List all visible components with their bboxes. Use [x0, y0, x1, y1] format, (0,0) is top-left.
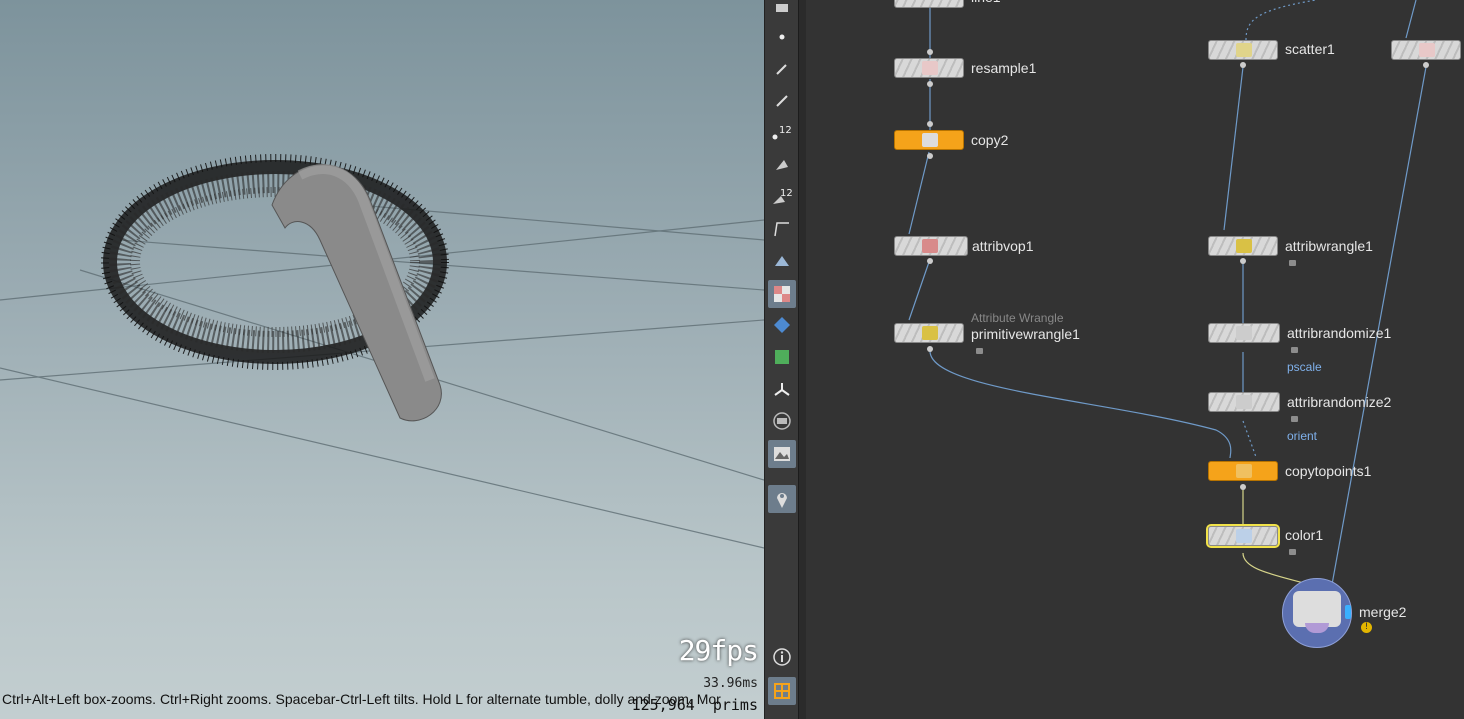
prim-icon[interactable] [768, 151, 796, 179]
viewport-hint: Ctrl+Alt+Left box-zooms. Ctrl+Right zoom… [2, 691, 721, 707]
brush-icon[interactable] [768, 55, 796, 83]
output-dot [1240, 62, 1246, 68]
lock-icon [976, 348, 983, 354]
node-label-merge2: merge2 [1359, 604, 1407, 620]
node-unnamed[interactable] [1391, 40, 1461, 60]
node-attribrandomize2[interactable] [1208, 392, 1280, 412]
node-line1[interactable] [894, 0, 964, 8]
prim-numbers-icon[interactable]: 12 [768, 183, 796, 211]
node-subtitle-primitivewrangle1: Attribute Wrangle [971, 311, 1064, 325]
network-editor[interactable]: line1 resample1 copy2 attribvop1 Attribu… [806, 0, 1464, 719]
snap-icon[interactable] [768, 311, 796, 339]
svg-text:12: 12 [780, 188, 793, 199]
output-dot [927, 153, 933, 159]
node-label-copytopoints1: copytopoints1 [1285, 463, 1372, 479]
pen-icon[interactable] [768, 87, 796, 115]
point-numbers-icon[interactable]: 12 [768, 119, 796, 147]
background-icon[interactable] [768, 440, 796, 468]
display-icon[interactable] [768, 407, 796, 435]
lock-icon [1289, 260, 1296, 266]
node-copy2[interactable] [894, 130, 964, 150]
node-scatter1[interactable] [1208, 40, 1278, 60]
frame-time-readout: 33.96ms [703, 676, 758, 691]
svg-text:12: 12 [779, 125, 792, 136]
pin-icon[interactable] [768, 485, 796, 513]
node-label-line1: line1 [971, 0, 1001, 5]
node-label-primitivewrangle1: primitivewrangle1 [971, 326, 1080, 342]
node-attribvop1[interactable] [894, 236, 968, 256]
node-primitivewrangle1[interactable] [894, 323, 964, 343]
input-dot [927, 121, 933, 127]
node-label-resample1: resample1 [971, 60, 1037, 76]
viewport-toolbar: 12 12 [764, 0, 799, 719]
checker-icon[interactable] [768, 280, 796, 308]
output-dot [1423, 62, 1429, 68]
select-icon[interactable] [768, 0, 796, 22]
point-icon[interactable] [768, 23, 796, 51]
shading-icon[interactable] [768, 247, 796, 275]
info-icon[interactable] [768, 643, 796, 671]
curve-icon[interactable] [768, 215, 796, 243]
node-label-attribrandomize1: attribrandomize1 [1287, 325, 1392, 341]
node-attribwrangle1[interactable] [1208, 236, 1278, 256]
lock-icon [1291, 416, 1298, 422]
axis-icon[interactable] [768, 376, 796, 404]
output-dot [1240, 258, 1246, 264]
node-label-copy2: copy2 [971, 132, 1009, 148]
lock-icon [1289, 549, 1296, 555]
uv-icon[interactable] [768, 343, 796, 371]
node-label-color1: color1 [1285, 527, 1324, 543]
output-dot [1240, 484, 1246, 490]
node-attribrandomize1[interactable] [1208, 323, 1280, 343]
output-dot [927, 81, 933, 87]
warning-icon: ! [1361, 622, 1372, 633]
node-merge2[interactable] [1282, 578, 1352, 648]
input-dot [927, 49, 933, 55]
node-label-scatter1: scatter1 [1285, 41, 1335, 57]
node-label-attribwrangle1: attribwrangle1 [1285, 238, 1373, 254]
node-resample1[interactable] [894, 58, 964, 78]
node-label-attribvop1: attribvop1 [972, 238, 1034, 254]
node-copytopoints1[interactable] [1208, 461, 1278, 481]
viewport-canvas [0, 154, 764, 549]
output-dot [927, 346, 933, 352]
node-attr-orient: orient [1287, 429, 1318, 443]
node-color1[interactable] [1206, 524, 1280, 548]
output-dot [927, 258, 933, 264]
lock-icon [1291, 347, 1298, 353]
layout-icon[interactable] [768, 677, 796, 705]
node-label-attribrandomize2: attribrandomize2 [1287, 394, 1392, 410]
node-attr-pscale: pscale [1287, 360, 1322, 374]
fps-readout: 29fps [678, 634, 759, 667]
scene-viewport[interactable]: 29fps 33.96ms 125,964 prims Ctrl+Alt+Lef… [0, 0, 764, 719]
